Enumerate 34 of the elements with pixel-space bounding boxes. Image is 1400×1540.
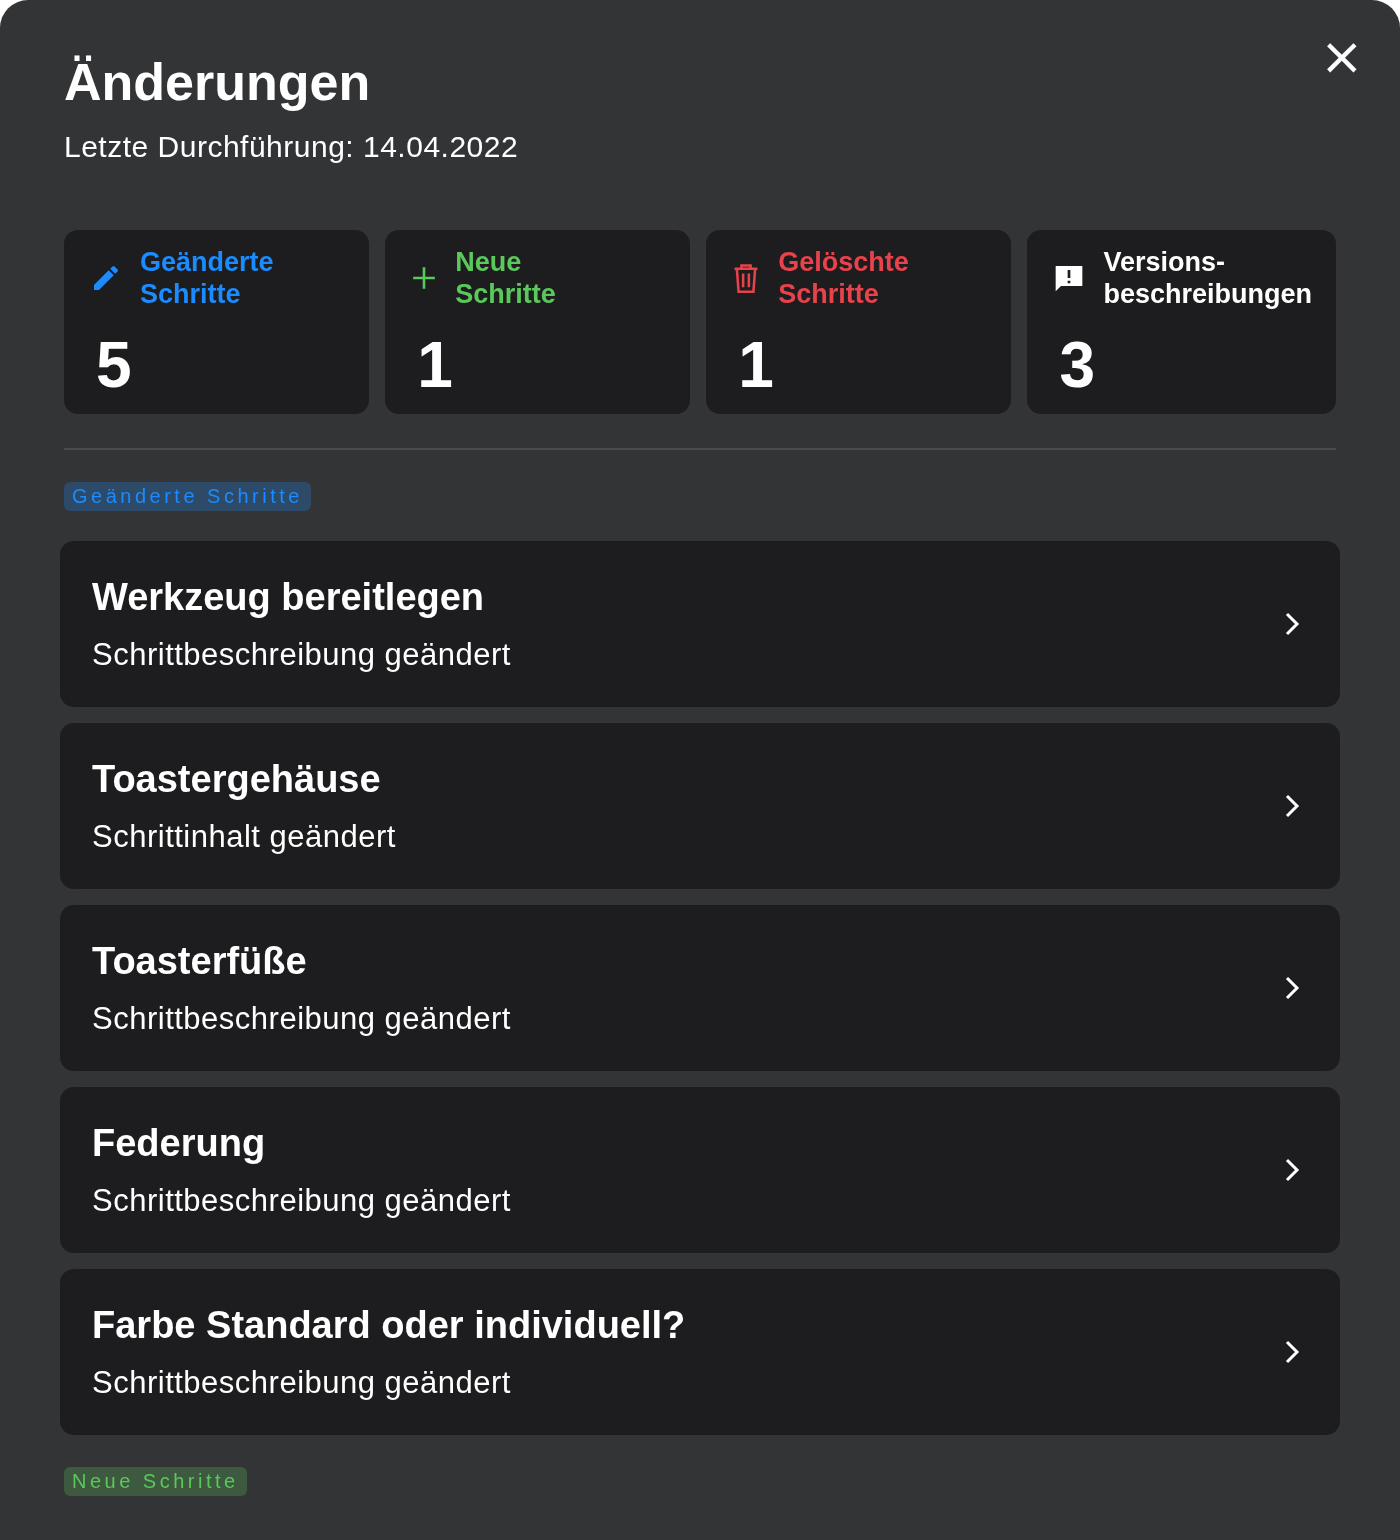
stat-label: Neue Schritte	[455, 246, 556, 310]
section-tag: Neue Schritte	[64, 1467, 247, 1496]
stat-count: 3	[1058, 328, 1097, 402]
plus-icon	[411, 265, 438, 291]
step-title: Werkzeug bereitlegen	[92, 575, 486, 619]
step-item[interactable]: Federung Schrittbeschreibung geändert	[60, 1087, 1340, 1253]
step-detail: Schrittbeschreibung geändert	[92, 636, 511, 673]
step-detail: Schrittbeschreibung geändert	[92, 1364, 512, 1401]
close-button[interactable]: ×	[1320, 36, 1360, 76]
step-detail: Schrittbeschreibung geändert	[92, 1182, 511, 1219]
step-item[interactable]: Toasterfüße Schrittbeschreibung geändert	[60, 905, 1340, 1071]
step-detail: Schrittbeschreibung geändert	[92, 1000, 511, 1037]
step-detail: Schrittinhalt geändert	[92, 818, 396, 855]
chevron-right-icon	[1284, 1339, 1300, 1365]
step-item[interactable]: Farbe Standard oder individuell? Schrittbeschreibung geändert	[60, 1269, 1340, 1435]
chevron-right-icon	[1284, 975, 1300, 1001]
stat-label: Versions- beschreibungen	[1103, 246, 1312, 310]
chevron-right-icon	[1284, 611, 1300, 637]
step-title: Federung	[92, 1121, 267, 1165]
chevron-right-icon	[1284, 793, 1300, 819]
dialog-title: Änderungen	[64, 52, 372, 112]
chevron-right-icon	[1284, 1157, 1300, 1183]
step-title: Toasterfüße	[92, 939, 308, 983]
step-item[interactable]: Werkzeug bereitlegen Schrittbeschreibung geändert	[60, 541, 1340, 707]
stat-label: Geänderte Schritte	[140, 246, 274, 310]
last-run-date: Letzte Durchführung: 14.04.2022	[64, 130, 520, 164]
stat-label: Gelöschte Schritte	[778, 246, 909, 310]
step-title: Farbe Standard oder individuell?	[92, 1303, 686, 1347]
stat-count: 5	[95, 328, 133, 402]
stat-count: 1	[737, 328, 775, 402]
stat-count: 1	[416, 328, 454, 402]
section-tag: Geänderte Schritte	[64, 482, 311, 511]
step-item[interactable]: Toastergehäuse Schrittinhalt geändert	[60, 723, 1340, 889]
step-title: Toastergehäuse	[92, 757, 382, 801]
